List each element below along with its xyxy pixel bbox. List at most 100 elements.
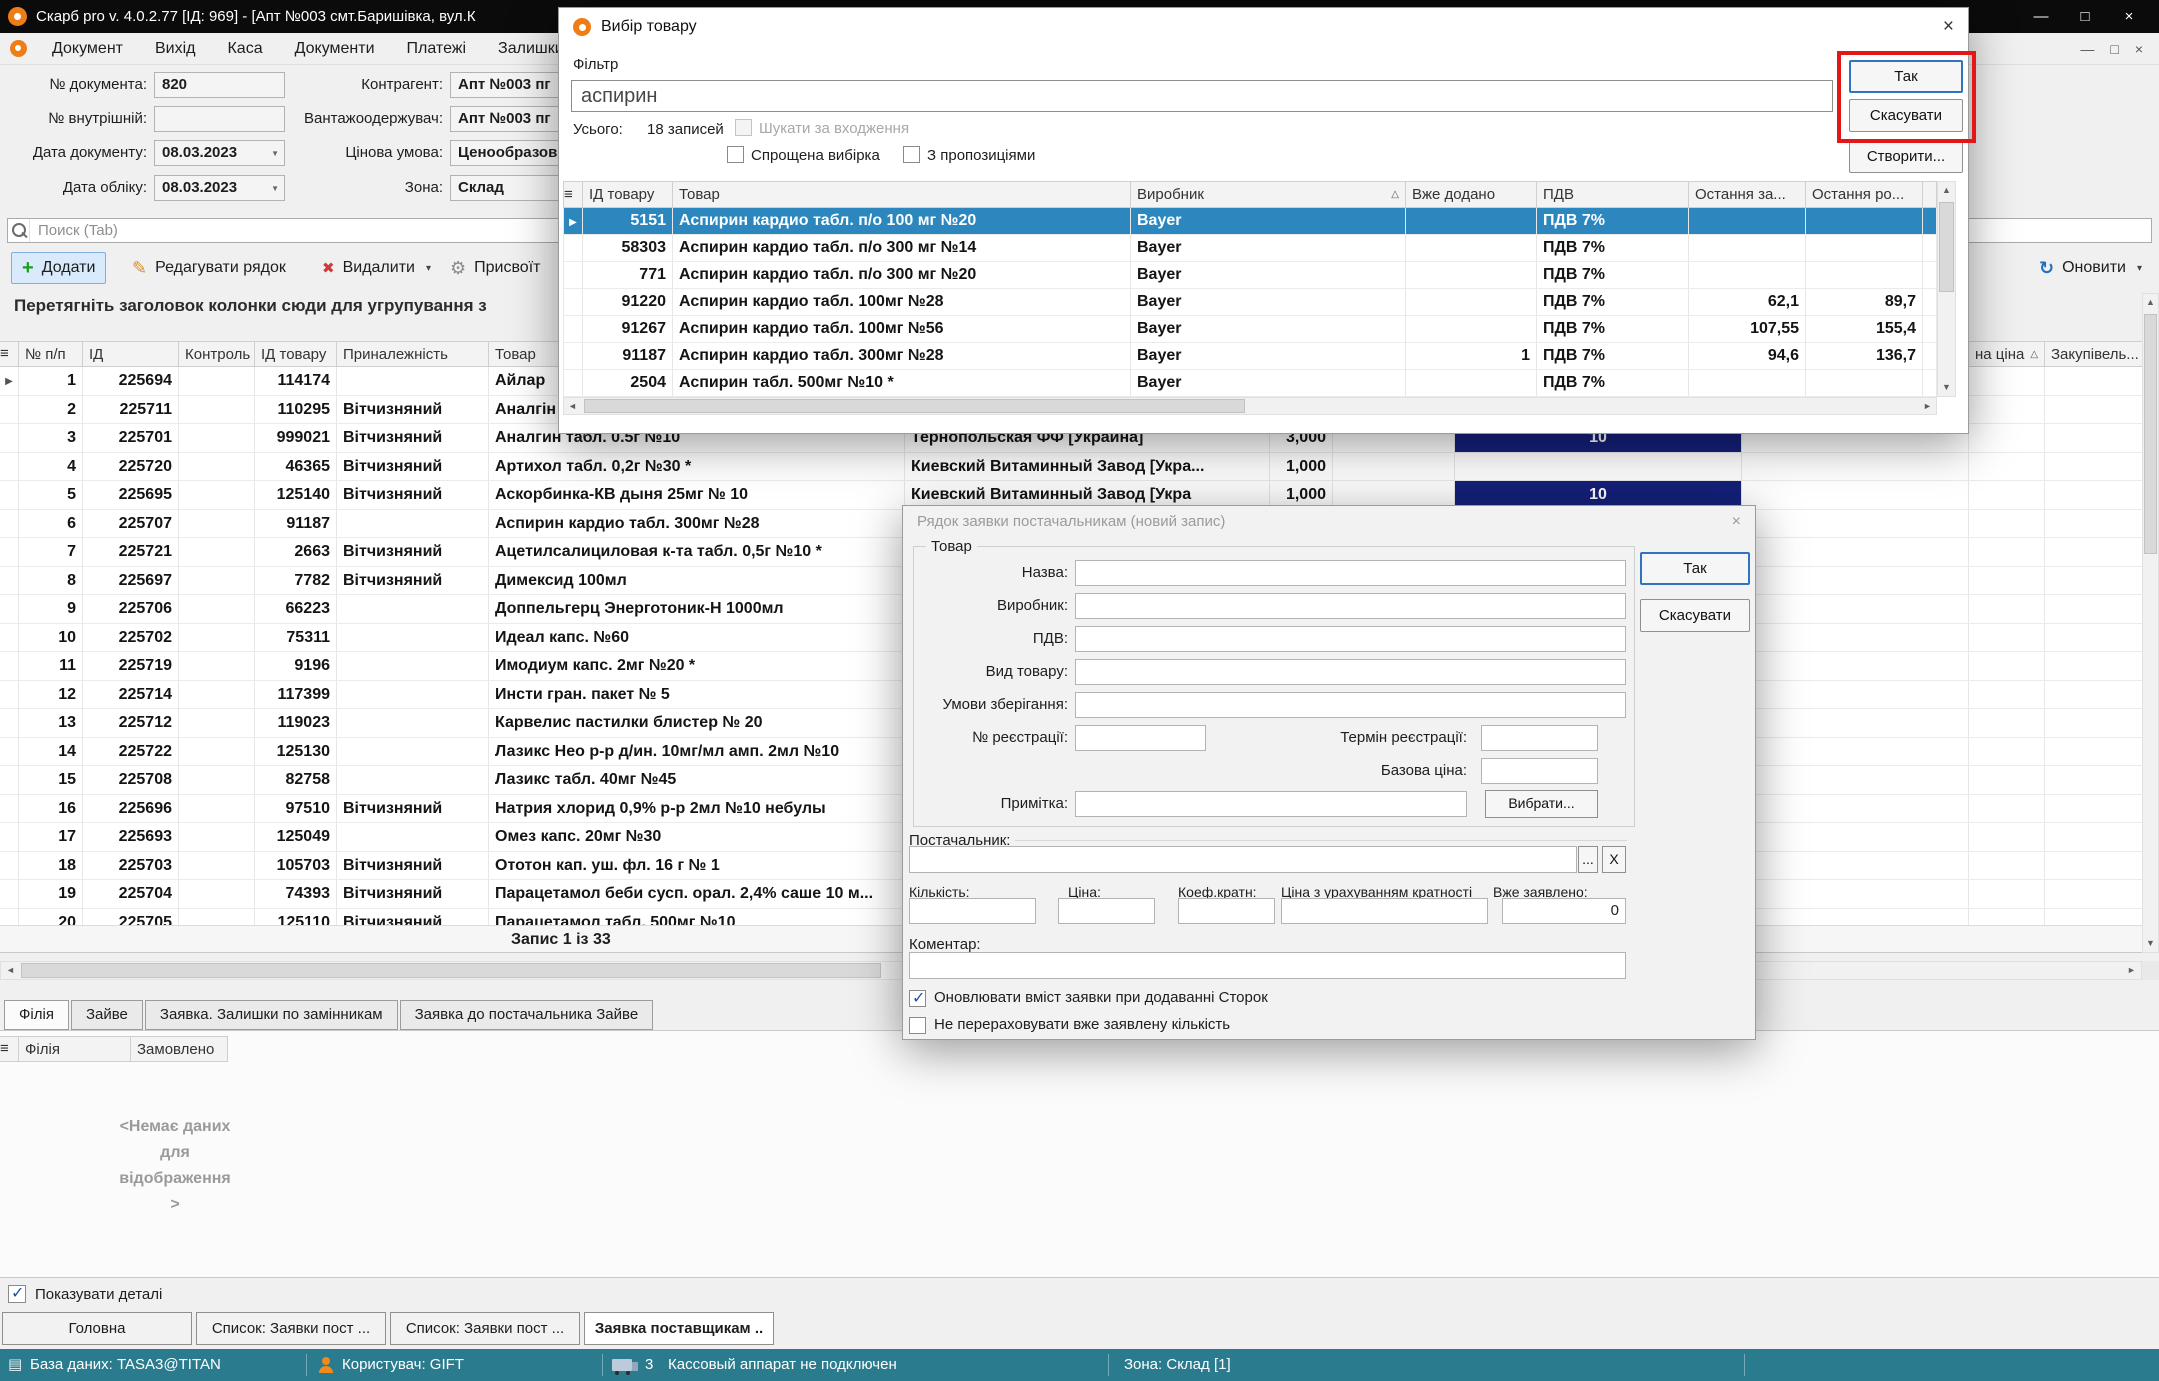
note-field[interactable]: [1075, 791, 1467, 817]
ok-button[interactable]: Так: [1849, 60, 1963, 93]
simple-selection-checkbox[interactable]: [727, 146, 744, 163]
scroll-right-icon[interactable]: ►: [1919, 398, 1936, 415]
scroll-down-icon[interactable]: ▼: [1938, 379, 1955, 396]
update-order-checkbox[interactable]: [909, 990, 926, 1007]
window-tab[interactable]: Список: Заявки пост ...: [390, 1312, 580, 1345]
price-field[interactable]: [1058, 898, 1155, 924]
product-row[interactable]: 771 Аспирин кардио табл. п/о 300 мг №20 …: [564, 262, 1936, 289]
dialog-title-bar[interactable]: Вибір товару ×: [559, 8, 1968, 46]
dialog-title-bar[interactable]: Рядок заявки постачальникам (новий запис…: [903, 506, 1755, 537]
product-row[interactable]: 91187 Аспирин кардио табл. 300мг №28 Bay…: [564, 343, 1936, 370]
col-purchase[interactable]: Закупівель...: [2045, 342, 2142, 366]
col-last-price[interactable]: на ціна△: [1969, 342, 2045, 366]
with-offers-checkbox[interactable]: [903, 146, 920, 163]
close-icon[interactable]: ×: [1732, 513, 1741, 531]
cell-last-price: [1969, 880, 2045, 908]
no-recalc-checkbox[interactable]: [909, 1017, 926, 1034]
col-id[interactable]: ІД: [83, 342, 179, 366]
detail-tab[interactable]: Зайве: [71, 1000, 143, 1030]
product-row[interactable]: 58303 Аспирин кардио табл. п/о 300 мг №1…: [564, 235, 1936, 262]
close-icon[interactable]: ×: [1943, 16, 1954, 38]
window-tab[interactable]: Головна: [2, 1312, 192, 1345]
grid-menu-icon[interactable]: ≡: [0, 1037, 19, 1061]
base-price-field[interactable]: [1481, 758, 1598, 784]
window-tab[interactable]: Список: Заявки пост ...: [196, 1312, 386, 1345]
vertical-scrollbar[interactable]: ▲ ▼: [1937, 181, 1956, 397]
already-ordered-field[interactable]: 0: [1502, 898, 1626, 924]
col-item-id[interactable]: ІД товару: [583, 182, 673, 207]
col-branch[interactable]: Філія: [19, 1037, 131, 1061]
create-button[interactable]: Створити...: [1849, 140, 1963, 173]
registration-term-field[interactable]: [1481, 725, 1598, 751]
refresh-button[interactable]: ↻ Оновити ▾: [2028, 252, 2153, 284]
show-details-checkbox[interactable]: [8, 1285, 26, 1303]
edit-row-button[interactable]: ✎ Редагувати рядок: [121, 252, 297, 284]
scrollbar-thumb[interactable]: [2144, 314, 2157, 554]
scrollbar-thumb[interactable]: [584, 399, 1245, 413]
col-producer[interactable]: Виробник△: [1131, 182, 1406, 207]
registration-field[interactable]: [1075, 725, 1206, 751]
cancel-button[interactable]: Скасувати: [1849, 99, 1963, 132]
col-already-added[interactable]: Вже додано: [1406, 182, 1537, 207]
storage-field[interactable]: [1075, 692, 1626, 718]
product-row[interactable]: 91267 Аспирин кардио табл. 100мг №56 Bay…: [564, 316, 1936, 343]
scrollbar-thumb[interactable]: [1939, 202, 1954, 292]
supplier-browse-button[interactable]: ...: [1578, 846, 1598, 873]
cell-producer: Bayer: [1131, 208, 1406, 234]
choose-button[interactable]: Вибрати...: [1485, 790, 1598, 818]
cell-product: Карвелис пастилки блистер № 20: [489, 709, 905, 737]
cell-row-indicator: [0, 367, 19, 395]
horizontal-scrollbar[interactable]: ◄ ►: [563, 397, 1937, 415]
detail-tab[interactable]: Заявка. Залишки по замінникам: [145, 1000, 398, 1030]
col-last-retail[interactable]: Остання ро...: [1806, 182, 1923, 207]
detail-tab[interactable]: Заявка до постачальника Зайве: [400, 1000, 654, 1030]
col-ordered[interactable]: Замовлено: [131, 1037, 228, 1061]
delete-button[interactable]: ✖ Видалити ▾: [311, 252, 442, 284]
quantity-field[interactable]: [909, 898, 1036, 924]
product-row[interactable]: 91220 Аспирин кардио табл. 100мг №28 Bay…: [564, 289, 1936, 316]
scroll-right-icon[interactable]: ►: [2123, 962, 2140, 979]
coef-field[interactable]: [1178, 898, 1275, 924]
scroll-left-icon[interactable]: ◄: [564, 398, 581, 415]
kind-field[interactable]: [1075, 659, 1626, 685]
vertical-scrollbar[interactable]: ▲ ▼: [2142, 293, 2159, 953]
col-vat[interactable]: ПДВ: [1537, 182, 1689, 207]
add-button[interactable]: + Додати: [11, 252, 106, 284]
scroll-up-icon[interactable]: ▲: [2142, 294, 2159, 311]
scroll-down-icon[interactable]: ▼: [2142, 935, 2159, 952]
vat-field[interactable]: [1075, 626, 1626, 652]
grid-menu-icon[interactable]: ≡: [564, 182, 583, 207]
cell-id: 225719: [83, 652, 179, 680]
col-item-id[interactable]: ІД товару: [255, 342, 337, 366]
product-row[interactable]: 2504 Аспирин табл. 500мг №10 * Bayer ПДВ…: [564, 370, 1936, 397]
search-by-entry-checkbox[interactable]: [735, 119, 752, 136]
scroll-up-icon[interactable]: ▲: [1938, 182, 1955, 199]
cancel-button[interactable]: Скасувати: [1640, 599, 1750, 632]
scrollbar-thumb[interactable]: [21, 963, 881, 978]
name-field[interactable]: [1075, 560, 1626, 586]
col-last-order[interactable]: Остання за...: [1689, 182, 1806, 207]
status-separator: [1108, 1354, 1109, 1376]
window-tab[interactable]: Заявка поставщикам ..: [584, 1312, 774, 1345]
grid-menu-icon[interactable]: ≡: [0, 342, 19, 366]
col-control[interactable]: Контроль: [179, 342, 255, 366]
assign-button[interactable]: ⚙ Присвоїт: [439, 252, 551, 284]
filter-input[interactable]: аспирин: [571, 80, 1833, 112]
col-product[interactable]: Товар: [673, 182, 1131, 207]
col-origin[interactable]: Приналежність: [337, 342, 489, 366]
cell-item-id: 105703: [255, 852, 337, 880]
supplier-field[interactable]: [909, 846, 1577, 873]
detail-tab[interactable]: Філія: [4, 1000, 69, 1030]
ok-button[interactable]: Так: [1640, 552, 1750, 585]
cell-id: 225705: [83, 909, 179, 926]
supplier-clear-button[interactable]: X: [1602, 846, 1626, 873]
comment-field[interactable]: [909, 952, 1626, 979]
col-row-number[interactable]: № п/п: [19, 342, 83, 366]
scroll-left-icon[interactable]: ◄: [2, 962, 19, 979]
cell-last-retail: [1806, 262, 1923, 288]
table-row[interactable]: 4 225720 46365 Вітчизняний Артихол табл.…: [0, 453, 2142, 482]
product-row[interactable]: 5151 Аспирин кардио табл. п/о 100 мг №20…: [564, 208, 1936, 235]
cell-empty-2: [1742, 738, 1969, 766]
producer-field[interactable]: [1075, 593, 1626, 619]
mult-price-field[interactable]: [1281, 898, 1488, 924]
